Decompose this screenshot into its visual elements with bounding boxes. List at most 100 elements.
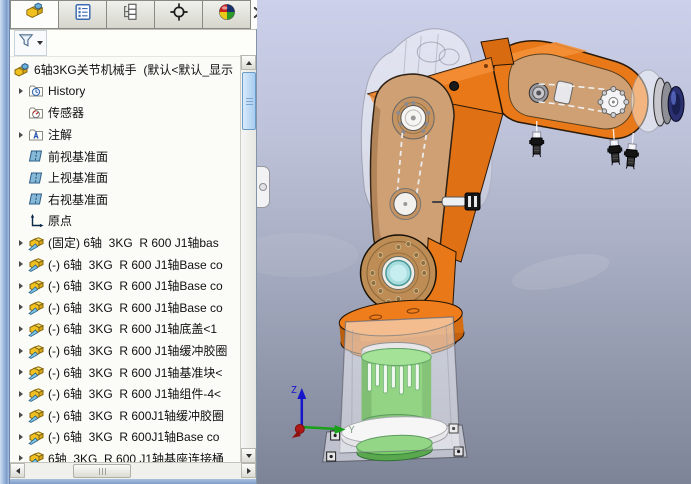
panel-tab-dimxpertmanager[interactable] xyxy=(154,0,202,29)
vertical-scroll-thumb[interactable] xyxy=(242,72,256,130)
tree-item-plane-front[interactable]: 前视基准面 xyxy=(10,145,256,167)
tree-item-label: 6轴 3KG R 600 J1轴基座连接桶 xyxy=(48,450,224,462)
forearm-gear xyxy=(598,87,629,118)
solidworks-window: 6轴3KG关节机械手 (默认<默认_显示 History 传感器 注解 前视基准… xyxy=(0,0,691,484)
plane-icon xyxy=(28,191,45,207)
part-icon xyxy=(28,343,45,359)
expand-arrow[interactable] xyxy=(13,326,28,332)
propertymanager-tab-icon xyxy=(73,2,93,27)
tree-item-component-11[interactable]: 6轴 3KG R 600 J1轴基座连接桶 xyxy=(10,448,256,462)
window-border-left xyxy=(0,0,10,484)
scroll-right-button[interactable] xyxy=(241,463,256,478)
graphics-viewport[interactable]: Z Y xyxy=(257,0,691,484)
tree-item-label: (-) 6轴 3KG R 600 J1轴Base co xyxy=(48,256,223,273)
expand-arrow[interactable] xyxy=(13,304,28,310)
dimxpert-tab-icon xyxy=(169,2,189,27)
expand-arrow[interactable] xyxy=(13,153,28,159)
annotations-folder-icon xyxy=(28,127,45,143)
tree-vertical-scrollbar[interactable] xyxy=(240,55,256,463)
robot-wrist xyxy=(631,70,684,132)
tree-item-component-3[interactable]: (-) 6轴 3KG R 600 J1轴Base co xyxy=(10,275,256,297)
tree-item-label: (-) 6轴 3KG R 600 J1轴Base co xyxy=(48,277,223,294)
tree-item-component-5[interactable]: (-) 6轴 3KG R 600 J1轴底盖<1 xyxy=(10,318,256,340)
part-icon xyxy=(28,407,45,423)
housing-front-glass xyxy=(340,317,460,453)
tree-item-label: 传感器 xyxy=(48,104,84,121)
arrow-right-icon xyxy=(247,468,251,474)
expand-arrow[interactable] xyxy=(13,218,28,224)
arrow-up-icon xyxy=(246,61,252,65)
displaymanager-tab-icon xyxy=(217,2,237,27)
part-icon xyxy=(28,299,45,315)
filter-button[interactable] xyxy=(14,30,47,56)
expand-arrow[interactable] xyxy=(13,283,28,289)
tree-item-label: (固定) 6轴 3KG R 600 J1轴bas xyxy=(48,234,219,251)
window-border-bottom xyxy=(10,479,256,484)
tree-horizontal-scrollbar[interactable] xyxy=(10,462,256,479)
tree-item-label: (-) 6轴 3KG R 600 J1轴Base co xyxy=(48,299,223,316)
expand-arrow[interactable] xyxy=(13,412,28,418)
assembly-icon xyxy=(14,62,31,78)
expand-arrow[interactable] xyxy=(13,88,28,94)
scroll-left-button[interactable] xyxy=(10,463,25,478)
panel-tab-displaymanager[interactable] xyxy=(202,0,251,29)
tree-item-component-1[interactable]: (固定) 6轴 3KG R 600 J1轴bas xyxy=(10,232,256,254)
featuremanager-tab-icon xyxy=(25,2,45,27)
part-icon xyxy=(28,386,45,402)
part-icon xyxy=(28,364,45,380)
expand-arrow[interactable] xyxy=(13,434,28,440)
expand-arrow[interactable] xyxy=(13,261,28,267)
z-axis-arrow xyxy=(297,388,306,399)
part-icon xyxy=(28,321,45,337)
tree-item-component-6[interactable]: (-) 6轴 3KG R 600 J1轴缓冲胶圈 xyxy=(10,340,256,362)
filter-row xyxy=(10,30,256,57)
tree-item-label: (-) 6轴 3KG R 600 J1轴基准块< xyxy=(48,364,222,381)
expand-arrow[interactable] xyxy=(13,110,28,116)
tree-item-label: 右视基准面 xyxy=(48,191,108,208)
scroll-down-button[interactable] xyxy=(241,448,256,463)
tree-item-component-2[interactable]: (-) 6轴 3KG R 600 J1轴Base co xyxy=(10,253,256,275)
expand-arrow[interactable] xyxy=(13,369,28,375)
part-icon xyxy=(28,235,45,251)
tree-item-history[interactable]: History xyxy=(10,81,256,103)
feature-tree: 6轴3KG关节机械手 (默认<默认_显示 History 传感器 注解 前视基准… xyxy=(10,57,256,462)
panel-tab-configurationmanager[interactable] xyxy=(106,0,154,29)
expand-arrow[interactable] xyxy=(13,348,28,354)
expand-arrow[interactable] xyxy=(13,175,28,181)
expand-arrow[interactable] xyxy=(13,240,28,246)
panel-tab-propertymanager[interactable] xyxy=(58,0,106,29)
plane-icon xyxy=(28,170,45,186)
panel-tab-featuremanager[interactable] xyxy=(10,0,58,29)
configurationmanager-tab-icon xyxy=(121,2,141,27)
sensors-folder-icon xyxy=(28,105,45,121)
y-axis-label: Y xyxy=(349,425,355,436)
tree-item-plane-right[interactable]: 右视基准面 xyxy=(10,189,256,211)
panel-splitter-handle[interactable] xyxy=(257,166,270,208)
expand-arrow[interactable] xyxy=(13,391,28,397)
tree-item-label: 原点 xyxy=(48,212,72,229)
tree-item-label: 6轴3KG关节机械手 (默认<默认_显示 xyxy=(34,61,233,78)
tree-item-label: 注解 xyxy=(48,126,72,143)
tree-item-component-8[interactable]: (-) 6轴 3KG R 600 J1轴组件-4< xyxy=(10,383,256,405)
expand-arrow[interactable] xyxy=(13,132,28,138)
tree-item-component-4[interactable]: (-) 6轴 3KG R 600 J1轴Base co xyxy=(10,297,256,319)
arrow-down-icon xyxy=(246,454,252,458)
tree-item-component-10[interactable]: (-) 6轴 3KG R 600J1轴Base co xyxy=(10,426,256,448)
tree-item-origin[interactable]: 原点 xyxy=(10,210,256,232)
tree-item-annotations[interactable]: 注解 xyxy=(10,124,256,146)
scroll-up-button[interactable] xyxy=(241,55,256,70)
tree-item-component-7[interactable]: (-) 6轴 3KG R 600 J1轴基准块< xyxy=(10,361,256,383)
plane-icon xyxy=(28,148,45,164)
expand-arrow[interactable] xyxy=(13,196,28,202)
horizontal-scroll-thumb[interactable] xyxy=(73,464,131,478)
tree-item-sensors[interactable]: 传感器 xyxy=(10,102,256,124)
expand-arrow[interactable] xyxy=(13,455,28,461)
tree-item-label: 前视基准面 xyxy=(48,148,108,165)
tree-item-component-9[interactable]: (-) 6轴 3KG R 600J1轴缓冲胶圈 xyxy=(10,405,256,427)
horizontal-scroll-track[interactable] xyxy=(25,463,241,479)
tree-item-root[interactable]: 6轴3KG关节机械手 (默认<默认_显示 xyxy=(10,59,256,81)
featuremanager-panel: 6轴3KG关节机械手 (默认<默认_显示 History 传感器 注解 前视基准… xyxy=(10,0,257,484)
tree-item-plane-top[interactable]: 上视基准面 xyxy=(10,167,256,189)
part-icon xyxy=(28,256,45,272)
origin-icon xyxy=(28,213,45,229)
